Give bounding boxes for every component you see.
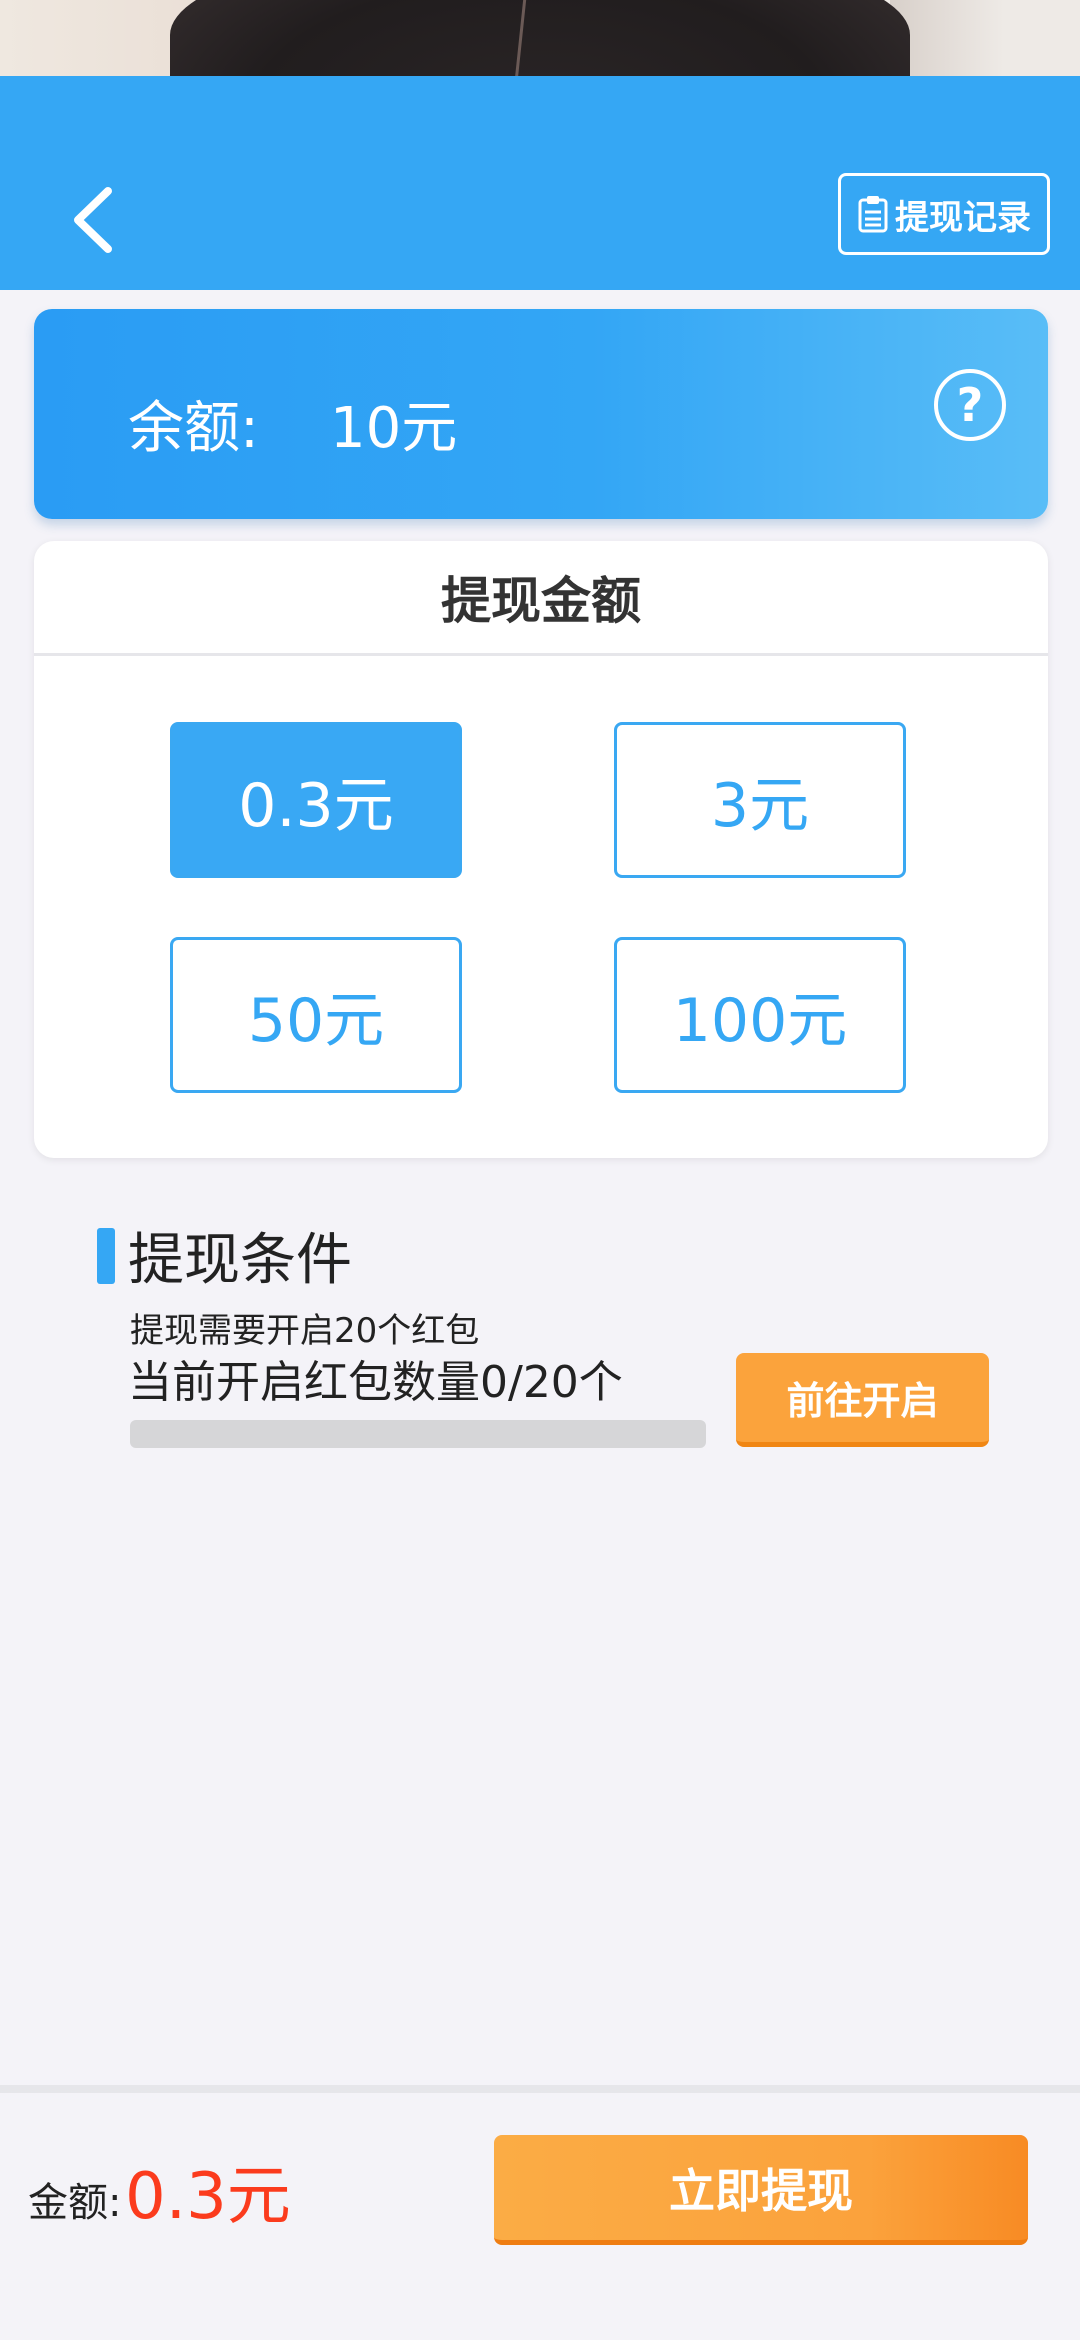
balance-value: 10元 [330,396,458,461]
withdraw-now-button[interactable]: 立即提现 [494,2135,1028,2245]
withdraw-amount-title: 提现金额 [441,572,641,630]
divider [34,653,1048,656]
help-icon[interactable]: ? [934,369,1006,441]
section-marker [97,1228,115,1284]
clipboard-icon [858,196,888,233]
profile-photo-strip [0,0,1080,76]
amount-option-50[interactable]: 50元 [170,937,462,1093]
chevron-left-icon [74,187,112,253]
balance-card: 余额: 10元 ? [34,309,1048,519]
balance-label: 余额: [128,396,259,461]
footer-amount-value: 0.3元 [125,2160,291,2234]
conditions-title: 提现条件 [128,1228,352,1293]
conditions-progress-text: 当前开启红包数量0/20个 [128,1357,623,1408]
amount-option-3[interactable]: 3元 [614,722,906,878]
red-packet-progress-bar [130,1420,706,1448]
conditions-requirement: 提现需要开启20个红包 [130,1311,480,1351]
withdraw-record-button[interactable]: 提现记录 [838,173,1050,255]
amount-option-100[interactable]: 100元 [614,937,906,1093]
back-button[interactable] [62,180,122,260]
footer-amount-label: 金额: [28,2180,122,2226]
amount-option-0-3[interactable]: 0.3元 [170,722,462,878]
go-open-button[interactable]: 前往开启 [736,1353,989,1447]
withdraw-record-label: 提现记录 [895,197,1031,238]
footer-divider [0,2085,1080,2093]
